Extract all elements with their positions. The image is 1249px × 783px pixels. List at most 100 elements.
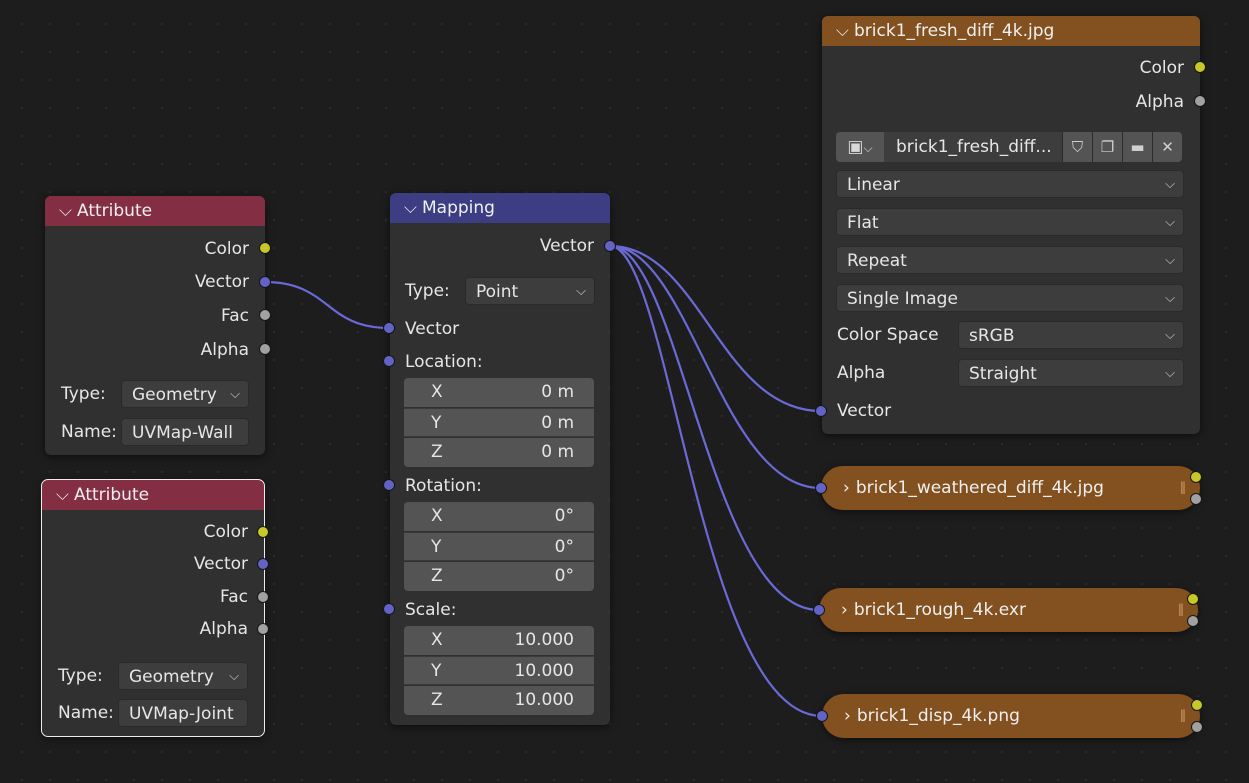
axis-label: Z <box>431 566 443 586</box>
type-dropdown[interactable]: Geometry ⌵ <box>121 380 249 408</box>
field-value: 0° <box>554 506 574 526</box>
grip-icon[interactable]: || <box>1178 602 1184 616</box>
grip-icon[interactable]: || <box>1180 480 1186 494</box>
image-name-field[interactable]: brick1_fresh_diff... <box>884 132 1062 162</box>
image-selector[interactable]: ▣⌵ brick1_fresh_diff... ⛉ ❐ ▬ ✕ <box>836 132 1182 162</box>
chevron-down-icon[interactable]: ⌵ <box>59 201 77 221</box>
type-dropdown[interactable]: Geometry ⌵ <box>118 662 248 690</box>
source-dropdown[interactable]: Single Image ⌵ <box>836 284 1184 312</box>
socket-fac-out[interactable] <box>257 591 269 603</box>
rotation-x-field[interactable]: X 0° <box>404 502 594 531</box>
socket-rotation-in[interactable] <box>383 479 395 491</box>
type-label: Type: <box>61 384 106 404</box>
socket-color-out[interactable] <box>257 526 269 538</box>
axis-label: Y <box>431 537 442 557</box>
field-value: 0° <box>554 537 574 557</box>
scale-x-field[interactable]: X 10.000 <box>404 626 594 655</box>
image-texture-header[interactable]: ⌵ brick1_fresh_diff_4k.jpg <box>822 16 1200 46</box>
socket-vector-in[interactable] <box>816 710 828 722</box>
rotation-z-field[interactable]: Z 0° <box>404 562 594 591</box>
attribute-node-header[interactable]: ⌵ Attribute <box>45 196 265 226</box>
socket-vector-out[interactable] <box>259 276 271 288</box>
socket-vector-out[interactable] <box>604 240 616 252</box>
grip-icon[interactable]: || <box>1180 708 1186 722</box>
type-label: Type: <box>58 666 103 686</box>
rotation-label: Rotation: <box>405 476 482 496</box>
name-field[interactable]: UVMap-Wall <box>121 418 249 446</box>
socket-color-out[interactable] <box>1194 61 1206 73</box>
alpha-mode-dropdown[interactable]: Straight ⌵ <box>958 359 1184 387</box>
input-vector-label: Vector <box>837 401 892 421</box>
chevron-right-icon[interactable]: › <box>841 600 848 620</box>
chevron-right-icon[interactable]: › <box>844 706 851 726</box>
interpolation-dropdown[interactable]: Linear ⌵ <box>836 170 1184 198</box>
location-y-field[interactable]: Y 0 m <box>404 408 594 437</box>
folder-icon[interactable]: ▬ <box>1122 132 1152 162</box>
axis-label: Z <box>431 690 443 710</box>
socket-alpha-out[interactable] <box>257 623 269 635</box>
alpha-mode-label: Alpha <box>837 363 886 383</box>
attribute-node-wall[interactable]: ⌵ Attribute Color Vector Fac Alpha Type:… <box>45 196 265 455</box>
type-value: Geometry <box>129 667 214 687</box>
rotation-y-field[interactable]: Y 0° <box>404 532 594 561</box>
node-title: Mapping <box>422 198 495 218</box>
axis-label: X <box>431 630 443 650</box>
collapsed-image-node-disp[interactable]: › brick1_disp_4k.png || <box>822 694 1200 738</box>
mapping-node[interactable]: ⌵ Mapping Vector Type: Point ⌵ Vector Loc… <box>390 193 610 725</box>
image-browse-button[interactable]: ▣⌵ <box>836 132 884 162</box>
collapsed-image-node-weathered[interactable]: › brick1_weathered_diff_4k.jpg || <box>821 466 1200 510</box>
image-texture-node[interactable]: ⌵ brick1_fresh_diff_4k.jpg Color Alpha ▣… <box>822 16 1200 434</box>
link-mapping-to-weathered <box>609 244 822 490</box>
scale-z-field[interactable]: Z 10.000 <box>404 686 594 715</box>
chevron-down-icon[interactable]: ⌵ <box>836 21 854 41</box>
collapsed-image-node-rough[interactable]: › brick1_rough_4k.exr || <box>819 588 1198 632</box>
socket-alpha-out[interactable] <box>1187 615 1199 627</box>
attribute-node-joint[interactable]: ⌵ Attribute Color Vector Fac Alpha Type:… <box>41 479 265 737</box>
axis-label: Y <box>431 413 442 433</box>
name-field[interactable]: UVMap-Joint <box>118 699 248 727</box>
dropdown-value: Single Image <box>847 289 958 309</box>
output-vector-label: Vector <box>539 236 594 256</box>
socket-vector-out[interactable] <box>257 558 269 570</box>
mapping-type-dropdown[interactable]: Point ⌵ <box>465 277 595 305</box>
attribute-node-header[interactable]: ⌵ Attribute <box>42 480 264 510</box>
chevron-right-icon[interactable]: › <box>843 478 850 498</box>
mapping-node-header[interactable]: ⌵ Mapping <box>390 193 610 223</box>
name-label: Name: <box>58 703 114 723</box>
socket-vector-in[interactable] <box>815 405 827 417</box>
chevron-down-icon: ⌵ <box>1165 291 1175 306</box>
dropdown-value: sRGB <box>969 326 1015 346</box>
link-mapping-to-rough <box>609 244 820 612</box>
socket-color-out[interactable] <box>1187 593 1199 605</box>
socket-scale-in[interactable] <box>383 603 395 615</box>
socket-location-in[interactable] <box>383 355 395 367</box>
socket-vector-in[interactable] <box>815 482 827 494</box>
socket-alpha-out[interactable] <box>259 343 271 355</box>
type-value: Point <box>476 282 519 302</box>
socket-fac-out[interactable] <box>259 309 271 321</box>
socket-alpha-out[interactable] <box>1194 95 1206 107</box>
socket-vector-in[interactable] <box>813 604 825 616</box>
chevron-down-icon[interactable]: ⌵ <box>404 198 422 218</box>
socket-color-out[interactable] <box>1190 471 1202 483</box>
chevron-down-icon: ⌵ <box>863 141 873 155</box>
fake-user-shield-icon[interactable]: ⛉ <box>1062 132 1092 162</box>
scale-y-field[interactable]: Y 10.000 <box>404 656 594 685</box>
location-x-field[interactable]: X 0 m <box>404 378 594 407</box>
chevron-down-icon[interactable]: ⌵ <box>56 485 74 505</box>
socket-color-out[interactable] <box>259 242 271 254</box>
color-space-dropdown[interactable]: sRGB ⌵ <box>958 321 1184 349</box>
socket-alpha-out[interactable] <box>1191 721 1203 733</box>
location-label: Location: <box>405 352 483 372</box>
extension-dropdown[interactable]: Repeat ⌵ <box>836 246 1184 274</box>
socket-alpha-out[interactable] <box>1190 493 1202 505</box>
node-title: brick1_weathered_diff_4k.jpg <box>855 478 1104 498</box>
duplicate-icon[interactable]: ❐ <box>1092 132 1122 162</box>
socket-vector-in[interactable] <box>383 322 395 334</box>
socket-color-out[interactable] <box>1191 699 1203 711</box>
close-icon[interactable]: ✕ <box>1152 132 1182 162</box>
axis-label: Z <box>431 442 443 462</box>
input-vector-label: Vector <box>405 319 460 339</box>
projection-dropdown[interactable]: Flat ⌵ <box>836 208 1184 236</box>
location-z-field[interactable]: Z 0 m <box>404 438 594 467</box>
